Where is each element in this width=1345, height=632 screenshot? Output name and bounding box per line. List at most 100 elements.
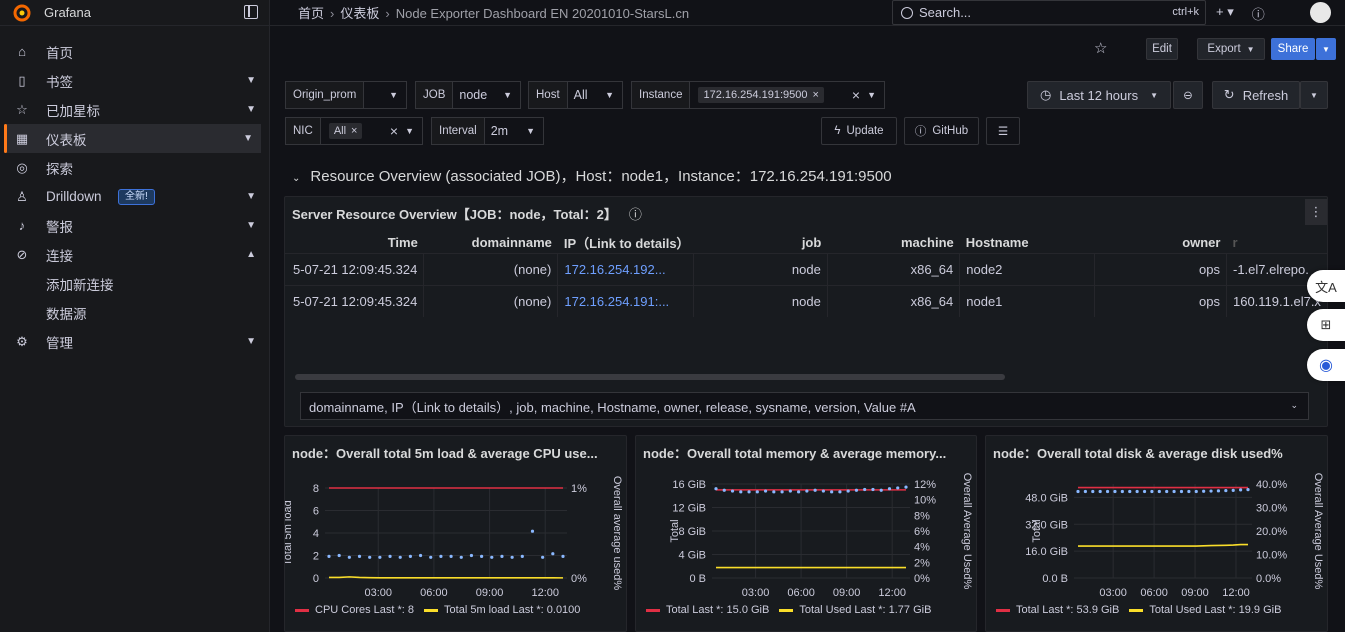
sidebar-item-starred[interactable]: ☆ 已加星标 ▼ [0, 95, 270, 124]
translate-float-button[interactable]: 文A [1307, 270, 1345, 302]
chevron-down-icon[interactable]: ▼ [246, 220, 256, 231]
instance-chip[interactable]: 172.16.254.191:9500 × [698, 87, 824, 103]
share-menu-button[interactable]: ▼ [1316, 38, 1336, 60]
column-header-ip[interactable]: IP（Link to details） [558, 233, 694, 253]
data-point [780, 490, 784, 494]
grafana-logo-icon[interactable] [12, 3, 32, 23]
legend-item[interactable]: Total Used Last *: 19.9 GiB [1129, 604, 1281, 616]
data-point [1135, 489, 1139, 494]
star-icon: ☆ [16, 102, 28, 117]
refresh-label: Refresh [1242, 87, 1289, 103]
github-link-button[interactable]: ⓘ GitHub [904, 117, 979, 145]
chevron-down-icon[interactable]: ▼ [246, 75, 256, 86]
x-tick-label: 06:00 [787, 587, 815, 599]
chart-legend: Total Last *: 53.9 GiB Total Used Last *… [996, 604, 1281, 616]
column-header-time[interactable]: Time [285, 233, 424, 253]
avatar[interactable] [1310, 2, 1331, 23]
cell-hostname: node2 [959, 252, 1095, 285]
data-point [887, 487, 892, 491]
chevron-down-icon[interactable]: ▼ [246, 104, 256, 115]
cell-machine: x86_64 [827, 284, 961, 317]
legend-item[interactable]: Total Last *: 15.0 GiB [646, 604, 769, 616]
sidebar-item-dashboards[interactable]: ▦ 仪表板 ▼ [4, 124, 261, 153]
sidebar-item-bookmarks[interactable]: ▯ 书签 ▼ [0, 66, 270, 95]
y-tick-label: 4 GiB [678, 550, 706, 562]
menu-button[interactable]: ☰ [986, 117, 1020, 145]
x-tick-label: 09:00 [833, 587, 861, 599]
remove-icon[interactable]: × [812, 89, 818, 101]
nic-chip[interactable]: All × [328, 123, 363, 139]
star-dashboard-icon[interactable]: ☆ [1094, 39, 1107, 57]
chevron-down-icon[interactable]: ▼ [246, 336, 256, 347]
column-header-machine[interactable]: machine [827, 233, 959, 253]
cell-ip-link[interactable]: 172.16.254.191:... [557, 284, 694, 317]
home-icon: ⌂ [18, 44, 26, 59]
sidebar-item-data-sources[interactable]: 数据源 [0, 298, 270, 327]
help-icon[interactable]: ⓘ [1252, 4, 1265, 23]
clock-icon: ◷ [1039, 87, 1052, 102]
job-variable[interactable]: JOB node ▼ [415, 81, 521, 109]
refresh-interval-button[interactable]: ▼ [1300, 81, 1328, 109]
host-variable[interactable]: Host All ▼ [528, 81, 623, 109]
sidebar-item-add-connection[interactable]: 添加新连接 [0, 269, 270, 298]
sidebar-item-administration[interactable]: ⚙ 管理 ▼ [0, 327, 270, 356]
sidebar-item-home[interactable]: ⌂ 首页 [0, 37, 270, 66]
apps-float-button[interactable]: ⊞ [1307, 309, 1345, 341]
update-link-button[interactable]: ϟ Update [821, 117, 897, 145]
legend-item[interactable]: Total Last *: 53.9 GiB [996, 604, 1119, 616]
data-point [722, 488, 726, 492]
time-range-picker[interactable]: ◷ Last 12 hours ▼ [1027, 81, 1171, 109]
horizontal-scrollbar[interactable] [295, 374, 1005, 380]
column-header-release[interactable]: r [1226, 233, 1327, 253]
legend-item[interactable]: CPU Cores Last *: 8 [295, 604, 414, 616]
breadcrumb-dashboards[interactable]: 仪表板 [340, 6, 379, 21]
data-point [500, 554, 504, 558]
row-header[interactable]: ⌄ Resource Overview (associated JOB)，Host… [292, 165, 892, 186]
interval-variable[interactable]: Interval 2m ▼ [431, 117, 544, 145]
assistant-float-button[interactable]: ◉ [1307, 349, 1345, 381]
legend-item[interactable]: Total 5m load Last *: 0.0100 [424, 604, 580, 616]
y2-tick-label: 2% [914, 557, 930, 569]
interval-value: 2m [490, 124, 509, 138]
chevron-up-icon[interactable]: ▲ [246, 249, 256, 260]
clear-icon[interactable]: × [852, 87, 860, 103]
info-icon[interactable]: ⓘ [629, 207, 642, 222]
column-header-owner[interactable]: owner [1094, 233, 1226, 253]
chevron-down-icon[interactable]: ▼ [246, 191, 256, 202]
zoom-out-button[interactable]: ⊖ [1173, 81, 1203, 109]
refresh-button[interactable]: ↻ Refresh [1212, 81, 1300, 109]
breadcrumb-home[interactable]: 首页 [298, 6, 324, 21]
panel-menu-icon[interactable]: ⋮ [1305, 199, 1327, 225]
chevron-down-icon[interactable]: ▼ [243, 133, 253, 144]
search-input[interactable]: Search... ctrl+k [892, 0, 1206, 25]
add-icon[interactable]: + ▾ [1216, 4, 1234, 23]
remove-icon[interactable]: × [351, 125, 357, 137]
interval-label: Interval [432, 118, 485, 144]
legend-item[interactable]: Total Used Last *: 1.77 GiB [779, 604, 931, 616]
column-selector[interactable]: domainname, IP（Link to details）, job, ma… [300, 392, 1309, 420]
data-point [398, 555, 402, 559]
column-header-job[interactable]: job [693, 233, 827, 253]
data-point [1216, 489, 1221, 493]
data-point [388, 554, 392, 558]
x-tick-label: 03:00 [1099, 587, 1127, 599]
column-header-hostname[interactable]: Hostname [960, 233, 1095, 253]
sidebar-item-connections[interactable]: ⊘ 连接 ▲ [0, 240, 270, 269]
edit-button[interactable]: Edit [1146, 38, 1178, 60]
sidebar-item-explore[interactable]: ◎ 探索 [0, 153, 270, 182]
datasource-picker[interactable]: Origin_prom ▼ [285, 81, 407, 109]
clear-icon[interactable]: × [390, 123, 398, 139]
sidebar-item-drilldown[interactable]: ♙ Drilldown 全新! ▼ [0, 182, 270, 211]
sidebar-item-label: 书签 [46, 74, 73, 90]
export-button[interactable]: Export ▼ [1197, 38, 1265, 60]
sidebar-item-alerting[interactable]: ♪ 警报 ▼ [0, 211, 270, 240]
data-point [1157, 489, 1161, 494]
cell-ip-link[interactable]: 172.16.254.192... [557, 252, 694, 285]
y-tick-label: 4 [313, 528, 319, 540]
nic-variable[interactable]: NIC All × × ▼ [285, 117, 423, 145]
column-header-domainname[interactable]: domainname [424, 233, 558, 253]
dock-menu-icon[interactable] [244, 5, 258, 19]
share-button[interactable]: Share [1271, 38, 1315, 60]
instance-variable[interactable]: Instance 172.16.254.191:9500 × × ▼ [631, 81, 885, 109]
data-point [337, 553, 341, 558]
